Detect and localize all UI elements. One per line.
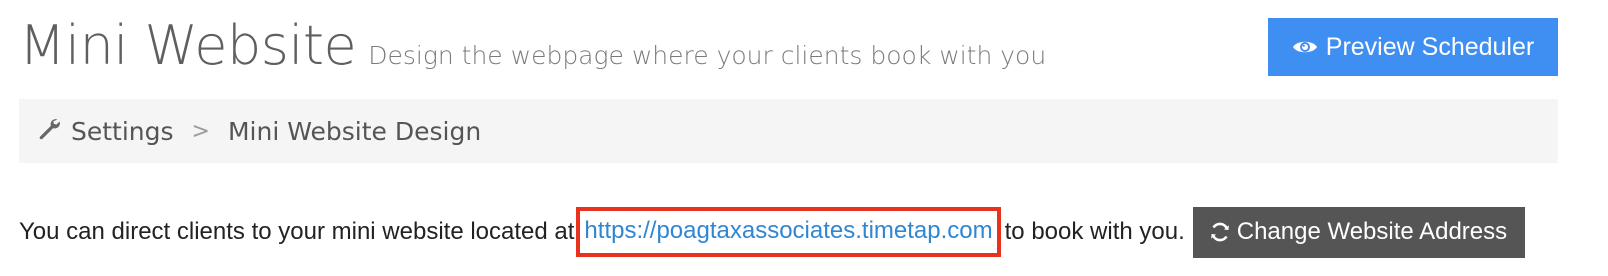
change-website-address-button[interactable]: Change Website Address: [1192, 206, 1526, 258]
breadcrumb-item-mini-website-design: Mini Website Design: [227, 116, 482, 146]
mini-website-url-link[interactable]: https://poagtaxassociates.timetap.com: [584, 217, 992, 244]
refresh-icon: [1209, 221, 1231, 243]
page: Mini Website Design the webpage where you…: [0, 0, 1608, 276]
breadcrumb-item-settings[interactable]: Settings: [71, 117, 174, 146]
preview-scheduler-label: Preview Scheduler: [1325, 32, 1535, 61]
page-title: Mini Website: [19, 14, 357, 77]
address-text-before: You can direct clients to your mini webs…: [19, 218, 575, 245]
preview-scheduler-button[interactable]: Preview Scheduler: [1268, 18, 1558, 76]
change-website-address-label: Change Website Address: [1236, 218, 1508, 245]
eye-icon: [1292, 38, 1318, 56]
breadcrumb: Settings > Mini Website Design: [19, 99, 1558, 163]
breadcrumb-separator: >: [191, 118, 210, 144]
wrench-icon: [37, 116, 61, 146]
website-address-row: You can direct clients to your mini webs…: [19, 206, 1526, 258]
url-highlight-box: https://poagtaxassociates.timetap.com: [576, 207, 1001, 257]
page-subtitle: Design the webpage where your clients bo…: [368, 41, 1047, 70]
page-header: Mini Website Design the webpage where you…: [19, 14, 1046, 77]
address-text-after: to book with you.: [1004, 218, 1185, 245]
